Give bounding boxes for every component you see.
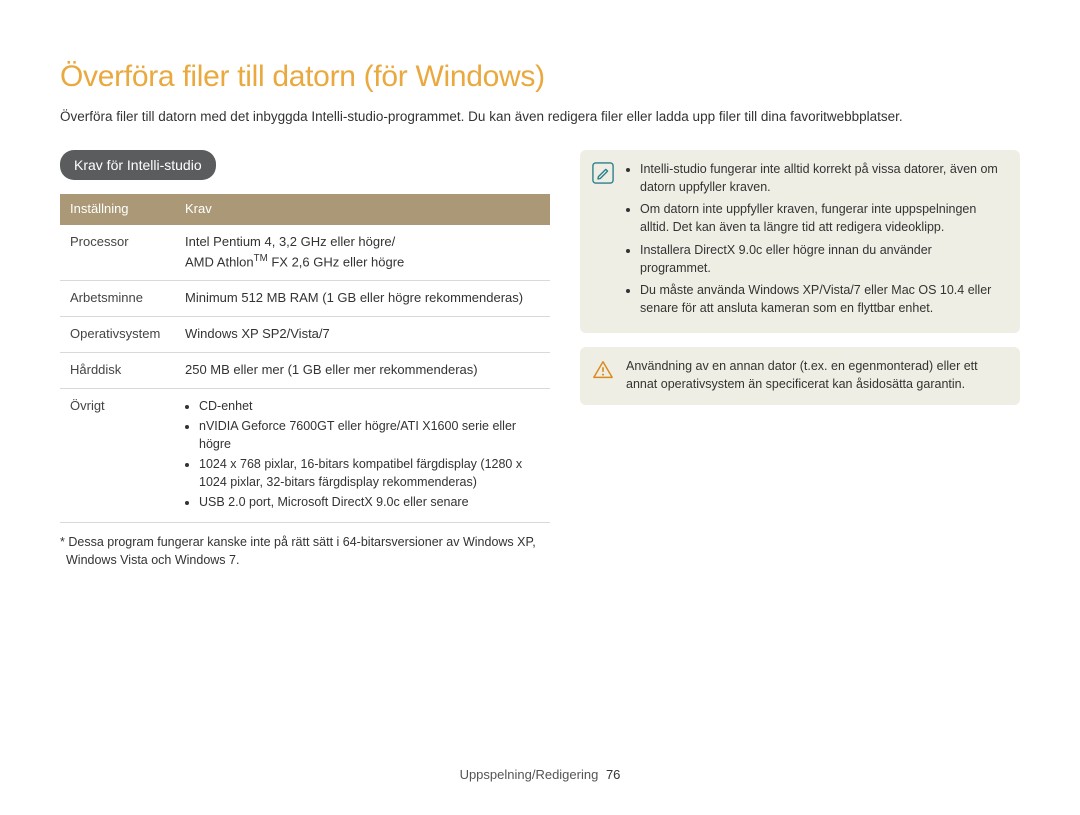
row-value-processor: Intel Pentium 4, 3,2 GHz eller högre/ AM… [175, 225, 550, 281]
warning-text: Användning av en annan dator (t.ex. en e… [626, 357, 1006, 393]
note-icon [592, 160, 614, 321]
table-row: Processor Intel Pentium 4, 3,2 GHz eller… [60, 225, 550, 281]
processor-line2a: AMD Athlon [185, 254, 254, 269]
list-item: Installera DirectX 9.0c eller högre inna… [640, 241, 1006, 277]
list-item: Intelli-studio fungerar inte alltid korr… [640, 160, 1006, 196]
warning-callout: Användning av en annan dator (t.ex. en e… [580, 347, 1020, 405]
processor-tm-sup: TM [254, 253, 268, 264]
footer-page-number: 76 [606, 767, 620, 782]
list-item: 1024 x 768 pixlar, 16-bitars kompatibel … [199, 455, 540, 491]
table-row: Övrigt CD-enhet nVIDIA Geforce 7600GT el… [60, 388, 550, 522]
row-value-ram: Minimum 512 MB RAM (1 GB eller högre rek… [175, 281, 550, 317]
intro-paragraph: Överföra filer till datorn med det inbyg… [60, 107, 1020, 127]
row-value-hdd: 250 MB eller mer (1 GB eller mer rekomme… [175, 352, 550, 388]
section-heading-pill: Krav för Intelli-studio [60, 150, 216, 180]
two-column-layout: Krav för Intelli-studio Inställning Krav… [60, 150, 1020, 569]
list-item: nVIDIA Geforce 7600GT eller högre/ATI X1… [199, 417, 540, 453]
footer-section-label: Uppspelning/Redigering [460, 767, 599, 782]
requirements-table: Inställning Krav Processor Intel Pentium… [60, 194, 550, 522]
row-value-other: CD-enhet nVIDIA Geforce 7600GT eller hög… [175, 388, 550, 522]
processor-line1: Intel Pentium 4, 3,2 GHz eller högre/ [185, 234, 395, 249]
note-callout: Intelli-studio fungerar inte alltid korr… [580, 150, 1020, 333]
table-footnote: * Dessa program fungerar kanske inte på … [60, 533, 550, 569]
left-column: Krav för Intelli-studio Inställning Krav… [60, 150, 550, 569]
right-column: Intelli-studio fungerar inte alltid korr… [580, 150, 1020, 569]
row-label-hdd: Hårddisk [60, 352, 175, 388]
warning-icon [592, 357, 614, 393]
table-row: Operativsystem Windows XP SP2/Vista/7 [60, 317, 550, 353]
row-value-os: Windows XP SP2/Vista/7 [175, 317, 550, 353]
note-pencil-icon [592, 162, 614, 184]
list-item: Du måste använda Windows XP/Vista/7 elle… [640, 281, 1006, 317]
list-item: Om datorn inte uppfyller kraven, fungera… [640, 200, 1006, 236]
row-label-processor: Processor [60, 225, 175, 281]
note-list: Intelli-studio fungerar inte alltid korr… [626, 160, 1006, 321]
page-title: Överföra filer till datorn (för Windows) [60, 55, 1020, 99]
warning-triangle-icon [592, 359, 614, 381]
row-label-os: Operativsystem [60, 317, 175, 353]
table-header-requirement: Krav [175, 194, 550, 225]
list-item: USB 2.0 port, Microsoft DirectX 9.0c ell… [199, 493, 540, 511]
list-item: CD-enhet [199, 397, 540, 415]
page-footer: Uppspelning/Redigering 76 [0, 766, 1080, 785]
table-row: Arbetsminne Minimum 512 MB RAM (1 GB ell… [60, 281, 550, 317]
row-label-other: Övrigt [60, 388, 175, 522]
table-row: Hårddisk 250 MB eller mer (1 GB eller me… [60, 352, 550, 388]
row-label-ram: Arbetsminne [60, 281, 175, 317]
table-header-setting: Inställning [60, 194, 175, 225]
processor-line2b: FX 2,6 GHz eller högre [268, 254, 405, 269]
